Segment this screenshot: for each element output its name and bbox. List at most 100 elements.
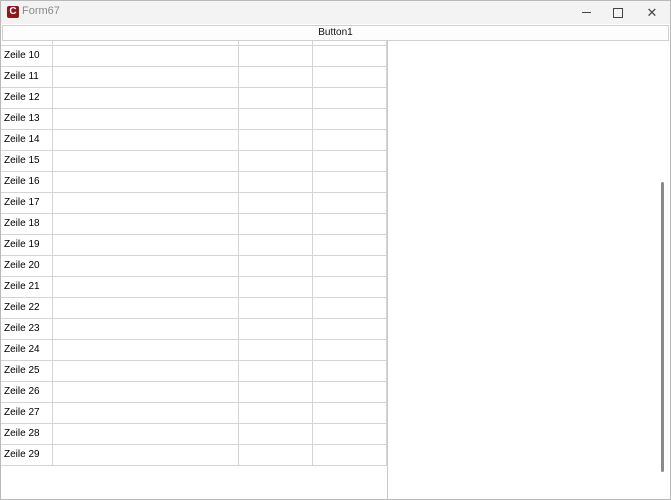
- grid-cell[interactable]: [312, 402, 387, 424]
- grid-cell[interactable]: [52, 276, 240, 298]
- grid-cell[interactable]: [52, 423, 240, 445]
- grid-cell[interactable]: [312, 339, 387, 361]
- grid-cell[interactable]: [52, 297, 240, 319]
- minimize-button[interactable]: [568, 1, 604, 24]
- row-header-cell[interactable]: Zeile 19: [1, 234, 54, 256]
- grid-cell[interactable]: [52, 192, 240, 214]
- table-row[interactable]: Zeile 27: [1, 402, 387, 424]
- grid-cell[interactable]: [312, 129, 387, 151]
- grid-cell[interactable]: [238, 66, 314, 88]
- grid-cell[interactable]: [238, 234, 314, 256]
- grid-cell[interactable]: [238, 171, 314, 193]
- grid-cell[interactable]: [312, 66, 387, 88]
- grid-cell[interactable]: [312, 255, 387, 277]
- table-row[interactable]: Zeile 14: [1, 129, 387, 151]
- table-row[interactable]: Zeile 19: [1, 234, 387, 256]
- grid-cell[interactable]: [238, 318, 314, 340]
- grid-cell[interactable]: [312, 108, 387, 130]
- grid-cell[interactable]: [52, 129, 240, 151]
- grid-cell[interactable]: [312, 192, 387, 214]
- grid-cell[interactable]: [238, 381, 314, 403]
- grid-cell[interactable]: [238, 423, 314, 445]
- table-row[interactable]: Zeile 23: [1, 318, 387, 340]
- maximize-button[interactable]: [600, 1, 636, 24]
- grid-cell[interactable]: [312, 171, 387, 193]
- table-row[interactable]: Zeile 10: [1, 45, 387, 67]
- row-header-cell[interactable]: Zeile 22: [1, 297, 54, 319]
- title-bar[interactable]: C Form67 ✕: [1, 1, 670, 24]
- grid-cell[interactable]: [52, 234, 240, 256]
- grid-cell[interactable]: [312, 234, 387, 256]
- grid-cell[interactable]: [52, 150, 240, 172]
- row-header-cell[interactable]: Zeile 29: [1, 444, 54, 466]
- row-header-cell[interactable]: Zeile 12: [1, 87, 54, 109]
- grid-cell[interactable]: [238, 87, 314, 109]
- string-grid[interactable]: Zeile 10 Zeile 11 Zeile 12 Zeile 13 Zeile 14…: [1, 41, 388, 499]
- table-row[interactable]: Zeile 21: [1, 276, 387, 298]
- button1[interactable]: Button1: [2, 25, 669, 41]
- grid-cell[interactable]: [238, 339, 314, 361]
- row-header-cell[interactable]: Zeile 26: [1, 381, 54, 403]
- table-row[interactable]: Zeile 22: [1, 297, 387, 319]
- table-row[interactable]: Zeile 28: [1, 423, 387, 445]
- row-header-cell[interactable]: Zeile 27: [1, 402, 54, 424]
- grid-cell[interactable]: [312, 318, 387, 340]
- grid-cell[interactable]: [312, 45, 387, 67]
- grid-cell[interactable]: [312, 423, 387, 445]
- grid-cell[interactable]: [312, 276, 387, 298]
- app-icon[interactable]: C: [7, 6, 19, 18]
- grid-cell[interactable]: [312, 381, 387, 403]
- row-header-cell[interactable]: Zeile 28: [1, 423, 54, 445]
- row-header-cell[interactable]: Zeile 25: [1, 360, 54, 382]
- grid-cell[interactable]: [312, 213, 387, 235]
- row-header-cell[interactable]: Zeile 13: [1, 108, 54, 130]
- grid-cell[interactable]: [312, 297, 387, 319]
- grid-cell[interactable]: [52, 402, 240, 424]
- row-header-cell[interactable]: Zeile 21: [1, 276, 54, 298]
- table-row[interactable]: Zeile 25: [1, 360, 387, 382]
- grid-cell[interactable]: [52, 339, 240, 361]
- row-header-cell[interactable]: Zeile 15: [1, 150, 54, 172]
- grid-cell[interactable]: [312, 360, 387, 382]
- grid-cell[interactable]: [238, 402, 314, 424]
- grid-cell[interactable]: [238, 297, 314, 319]
- table-row[interactable]: Zeile 18: [1, 213, 387, 235]
- grid-cell[interactable]: [238, 255, 314, 277]
- grid-cell[interactable]: [238, 45, 314, 67]
- grid-cell[interactable]: [52, 66, 240, 88]
- row-header-cell[interactable]: Zeile 14: [1, 129, 54, 151]
- grid-cell[interactable]: [238, 192, 314, 214]
- table-row[interactable]: Zeile 29: [1, 444, 387, 466]
- table-row[interactable]: Zeile 15: [1, 150, 387, 172]
- grid-cell[interactable]: [238, 129, 314, 151]
- row-header-cell[interactable]: Zeile 11: [1, 66, 54, 88]
- grid-cell[interactable]: [52, 318, 240, 340]
- table-row[interactable]: Zeile 13: [1, 108, 387, 130]
- table-row[interactable]: Zeile 11: [1, 66, 387, 88]
- grid-cell[interactable]: [238, 276, 314, 298]
- table-row[interactable]: Zeile 26: [1, 381, 387, 403]
- grid-cell[interactable]: [312, 150, 387, 172]
- vertical-scrollbar[interactable]: [661, 182, 664, 472]
- table-row[interactable]: Zeile 17: [1, 192, 387, 214]
- table-row[interactable]: Zeile 12: [1, 87, 387, 109]
- row-header-cell[interactable]: Zeile 17: [1, 192, 54, 214]
- grid-cell[interactable]: [52, 360, 240, 382]
- row-header-cell[interactable]: Zeile 20: [1, 255, 54, 277]
- grid-cell[interactable]: [52, 213, 240, 235]
- grid-cell[interactable]: [52, 171, 240, 193]
- row-header-cell[interactable]: Zeile 24: [1, 339, 54, 361]
- row-header-cell[interactable]: Zeile 23: [1, 318, 54, 340]
- grid-cell[interactable]: [238, 150, 314, 172]
- grid-cell[interactable]: [312, 87, 387, 109]
- grid-cell[interactable]: [52, 381, 240, 403]
- grid-cell[interactable]: [238, 108, 314, 130]
- table-row[interactable]: Zeile 20: [1, 255, 387, 277]
- row-header-cell[interactable]: Zeile 16: [1, 171, 54, 193]
- grid-cell[interactable]: [52, 87, 240, 109]
- grid-cell[interactable]: [52, 45, 240, 67]
- row-header-cell[interactable]: Zeile 10: [1, 45, 54, 67]
- grid-cell[interactable]: [238, 213, 314, 235]
- grid-cell[interactable]: [238, 444, 314, 466]
- grid-cell[interactable]: [52, 108, 240, 130]
